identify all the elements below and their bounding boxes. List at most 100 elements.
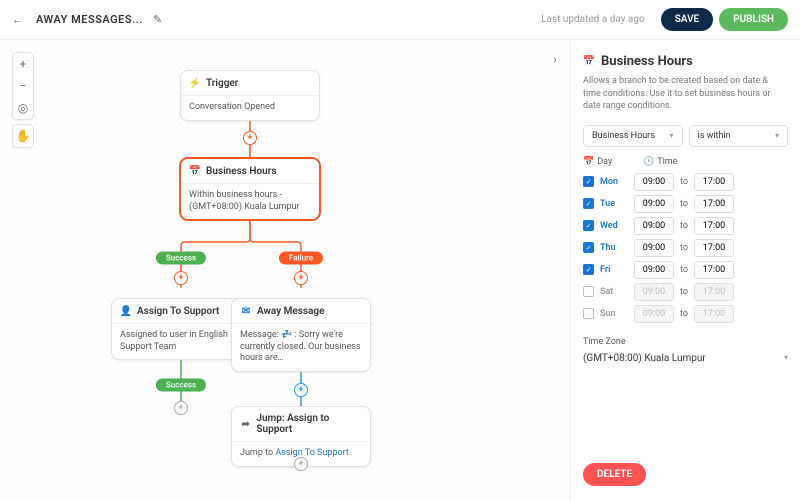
collapse-panel-button[interactable]: › <box>546 50 564 68</box>
day-row: ✓ Tue to <box>583 195 788 213</box>
to-label: to <box>680 177 688 187</box>
add-step-button[interactable]: + <box>174 271 188 285</box>
zoom-in-button[interactable]: + <box>12 53 34 75</box>
day-row: Sat to <box>583 283 788 301</box>
branch-pill-success: Success <box>156 252 206 265</box>
calendar-small-icon: 📅 <box>583 157 594 167</box>
fit-view-button[interactable]: ◎ <box>12 97 34 119</box>
back-icon[interactable]: ← <box>12 13 28 26</box>
day-label: Tue <box>600 199 628 209</box>
timezone-label: Time Zone <box>583 337 788 347</box>
node-trigger[interactable]: ⚡ Trigger Conversation Opened <box>180 70 320 121</box>
branch-pill-failure: Failure <box>279 252 323 265</box>
day-label: Sun <box>600 309 628 319</box>
bolt-icon: ⚡ <box>189 77 201 89</box>
node-assign-title: Assign To Support <box>137 306 219 317</box>
time-from-input[interactable] <box>634 239 674 257</box>
to-label: to <box>680 221 688 231</box>
day-checkbox[interactable]: ✓ <box>583 176 594 187</box>
add-step-button[interactable]: + <box>243 131 257 145</box>
jump-target-link[interactable]: Assign To Support <box>275 448 349 458</box>
node-trigger-title: Trigger <box>206 78 238 89</box>
node-away-title: Away Message <box>257 306 325 317</box>
node-assign-body: Assigned to user in English Support Team <box>112 324 250 359</box>
day-row: ✓ Thu to <box>583 239 788 257</box>
time-from-input[interactable] <box>634 261 674 279</box>
top-bar: ← AWAY MESSAGES... ✎ Last updated a day … <box>0 0 800 40</box>
day-checkbox[interactable] <box>583 308 594 319</box>
day-label: Mon <box>600 177 628 187</box>
time-from-input[interactable] <box>634 217 674 235</box>
mail-icon: ✉ <box>240 305 252 317</box>
timezone-select[interactable]: (GMT+08:00) Kuala Lumpur ▾ <box>583 351 788 367</box>
schedule-header: 📅Day 🕓Time <box>583 157 788 167</box>
node-jump-title: Jump: Assign to Support <box>256 413 362 435</box>
chevron-down-icon: ▾ <box>784 353 788 364</box>
panel-description: Allows a branch to be created based on d… <box>583 75 788 113</box>
to-label: to <box>680 309 688 319</box>
node-away-message[interactable]: ✉ Away Message Message: 💤 : Sorry we're … <box>231 298 371 372</box>
time-to-input <box>694 283 734 301</box>
branch-pill-success: Success <box>156 379 206 392</box>
clock-icon: 🕓 <box>643 157 654 167</box>
day-checkbox[interactable]: ✓ <box>583 264 594 275</box>
condition-type-select[interactable]: Business Hours ▾ <box>583 125 683 147</box>
last-updated-label: Last updated a day ago <box>541 14 645 25</box>
pan-tool-button[interactable]: ✋ <box>12 125 34 147</box>
node-away-body: Message: 💤 : Sorry we're currently close… <box>232 324 370 371</box>
panel-title: 📅 Business Hours <box>583 54 788 69</box>
add-step-button[interactable]: + <box>294 383 308 397</box>
day-row: ✓ Fri to <box>583 261 788 279</box>
day-row: Sun to <box>583 305 788 323</box>
time-to-input <box>694 305 734 323</box>
time-to-input[interactable] <box>694 173 734 191</box>
to-label: to <box>680 287 688 297</box>
schedule-days: ✓ Mon to ✓ Tue to ✓ Wed to ✓ Thu to ✓ Fri to Sat to Sun to <box>583 173 788 327</box>
node-trigger-body: Conversation Opened <box>181 96 319 120</box>
workflow-title: AWAY MESSAGES... <box>36 13 143 26</box>
chevron-down-icon: ▾ <box>775 131 779 140</box>
calendar-icon: 📅 <box>583 56 595 68</box>
time-to-input[interactable] <box>694 217 734 235</box>
time-from-input <box>634 283 674 301</box>
time-to-input[interactable] <box>694 239 734 257</box>
node-assign-support[interactable]: 👤 Assign To Support Assigned to user in … <box>111 298 251 360</box>
day-row: ✓ Mon to <box>583 173 788 191</box>
workflow-canvas[interactable]: + − ◎ ✋ › ⚡ Trigger Conversation Opened <box>0 40 570 500</box>
time-from-input[interactable] <box>634 195 674 213</box>
add-step-button[interactable]: + <box>174 401 188 415</box>
day-checkbox[interactable]: ✓ <box>583 220 594 231</box>
add-step-button[interactable]: + <box>294 457 308 471</box>
node-business-hours[interactable]: 📅 Business Hours Within business hours -… <box>180 158 320 220</box>
to-label: to <box>680 265 688 275</box>
add-step-button[interactable]: + <box>294 271 308 285</box>
day-label: Wed <box>600 221 628 231</box>
chevron-down-icon: ▾ <box>669 131 673 140</box>
to-label: to <box>680 199 688 209</box>
node-hours-body: Within business hours - (GMT+08:00) Kual… <box>181 184 319 219</box>
time-from-input <box>634 305 674 323</box>
time-from-input[interactable] <box>634 173 674 191</box>
day-label: Sat <box>600 287 628 297</box>
day-checkbox[interactable] <box>583 286 594 297</box>
day-checkbox[interactable]: ✓ <box>583 242 594 253</box>
time-to-input[interactable] <box>694 261 734 279</box>
condition-operator-select[interactable]: is within ▾ <box>689 125 789 147</box>
canvas-toolbar: + − ◎ ✋ <box>12 52 34 148</box>
delete-button[interactable]: DELETE <box>583 463 646 486</box>
publish-button[interactable]: PUBLISH <box>719 8 788 31</box>
node-hours-title: Business Hours <box>206 166 276 177</box>
day-label: Thu <box>600 243 628 253</box>
save-button[interactable]: SAVE <box>661 8 714 31</box>
day-row: ✓ Wed to <box>583 217 788 235</box>
inspector-panel: 📅 Business Hours Allows a branch to be c… <box>570 40 800 500</box>
user-check-icon: 👤 <box>120 305 132 317</box>
time-to-input[interactable] <box>694 195 734 213</box>
main-area: + − ◎ ✋ › ⚡ Trigger Conversation Opened <box>0 40 800 500</box>
calendar-icon: 📅 <box>189 165 201 177</box>
day-checkbox[interactable]: ✓ <box>583 198 594 209</box>
to-label: to <box>680 243 688 253</box>
zoom-out-button[interactable]: − <box>12 75 34 97</box>
edit-icon[interactable]: ✎ <box>153 13 162 26</box>
day-label: Fri <box>600 265 628 275</box>
